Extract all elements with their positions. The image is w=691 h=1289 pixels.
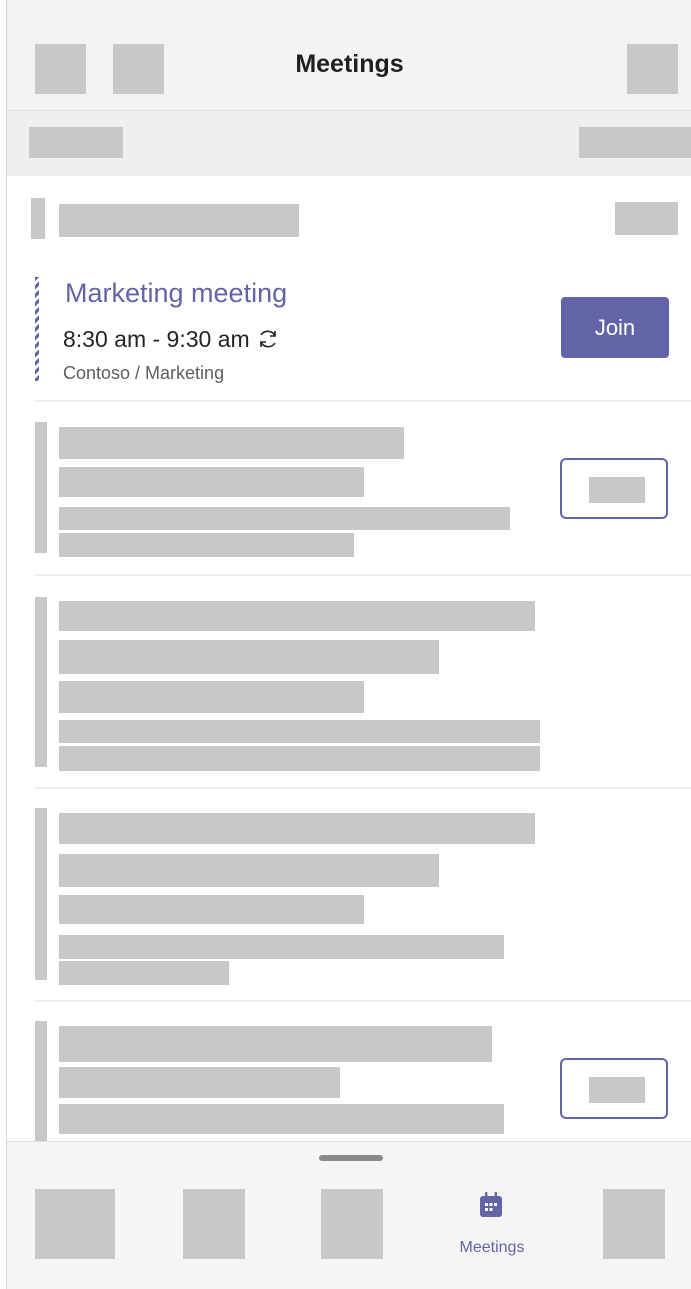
text-line-placeholder	[59, 533, 354, 557]
text-line-placeholder	[59, 681, 364, 713]
header-right-button-placeholder[interactable]	[627, 44, 678, 94]
date-bar-left-placeholder[interactable]	[29, 127, 123, 158]
button-label-placeholder	[589, 1077, 645, 1103]
recurring-icon	[259, 330, 276, 348]
text-line-placeholder	[59, 1104, 504, 1134]
divider	[35, 1000, 691, 1002]
nav-item-placeholder[interactable]	[603, 1189, 665, 1259]
button-label-placeholder	[589, 477, 645, 503]
meeting-status-stripe	[35, 277, 39, 381]
text-line-placeholder	[59, 427, 404, 459]
date-bar-right-placeholder[interactable]	[579, 127, 691, 158]
text-line-placeholder	[59, 895, 364, 924]
divider	[35, 400, 691, 402]
meeting-stripe-placeholder	[35, 808, 47, 980]
nav-item-placeholder[interactable]	[35, 1189, 115, 1259]
divider	[35, 574, 691, 576]
section-title-placeholder	[59, 204, 299, 237]
text-line-placeholder	[59, 640, 439, 674]
bottom-nav: Meetings	[7, 1141, 691, 1289]
meeting-channel: Contoso / Marketing	[63, 363, 225, 383]
text-line-placeholder	[59, 1067, 340, 1098]
text-line-placeholder	[59, 467, 364, 497]
section-action-placeholder[interactable]	[615, 202, 678, 235]
meeting-stripe-placeholder	[35, 597, 47, 767]
text-line-placeholder	[59, 813, 535, 844]
text-line-placeholder	[59, 746, 540, 771]
date-bar	[7, 111, 691, 176]
page-title: Meetings	[295, 50, 404, 78]
drag-handle[interactable]	[319, 1155, 383, 1161]
nav-item-placeholder[interactable]	[321, 1189, 383, 1259]
text-line-placeholder	[59, 935, 504, 959]
outline-button-placeholder[interactable]	[560, 458, 668, 519]
join-button[interactable]: Join	[561, 297, 669, 358]
calendar-icon	[480, 1192, 502, 1217]
nav-item-label: Meetings	[459, 1239, 525, 1256]
nav-item-placeholder[interactable]	[183, 1189, 245, 1259]
meeting-time: 8:30 am - 9:30 am	[63, 325, 250, 352]
app-window: Meetings Marketing meeting 8:30 am - 9:3…	[6, 0, 691, 1289]
text-line-placeholder	[59, 507, 510, 530]
app-header: Meetings	[7, 0, 691, 111]
text-line-placeholder	[59, 961, 229, 985]
meeting-time-row: 8:30 am - 9:30 am	[63, 327, 280, 351]
divider	[35, 787, 691, 789]
outline-button-placeholder[interactable]	[560, 1058, 668, 1119]
text-line-placeholder	[59, 720, 540, 743]
meeting-stripe-placeholder	[35, 1021, 47, 1141]
text-line-placeholder	[59, 854, 439, 887]
meeting-title: Marketing meeting	[65, 278, 288, 308]
section-marker-placeholder	[31, 198, 45, 239]
text-line-placeholder	[59, 1026, 492, 1062]
text-line-placeholder	[59, 601, 535, 631]
nav-item-meetings[interactable]: Meetings	[442, 1192, 542, 1262]
meeting-stripe-placeholder	[35, 422, 47, 553]
